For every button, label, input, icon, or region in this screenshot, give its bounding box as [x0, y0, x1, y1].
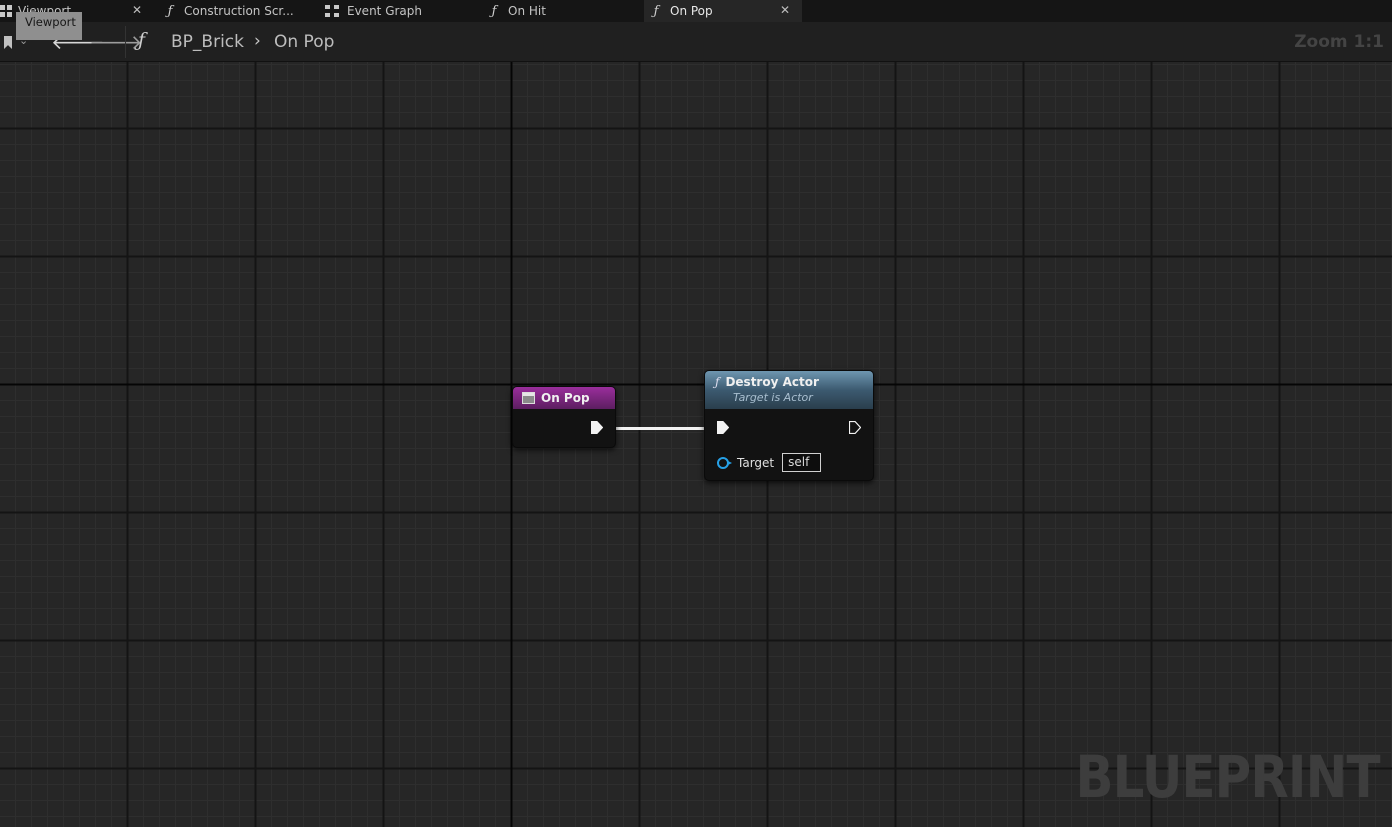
- function-icon: ƒ: [167, 3, 173, 19]
- tab-label: On Hit: [508, 4, 546, 18]
- node-header: ƒ Destroy Actor Target is Actor: [705, 371, 873, 409]
- forward-arrow-icon[interactable]: 🡒: [89, 30, 143, 54]
- node-header: On Pop: [513, 387, 615, 409]
- destroy-actor-node[interactable]: ƒ Destroy Actor Target is Actor Target s…: [704, 370, 874, 481]
- node-subtitle: Target is Actor: [733, 391, 813, 404]
- zoom-level: Zoom 1:1: [1294, 32, 1384, 52]
- toolbar-divider: [125, 26, 126, 58]
- close-icon[interactable]: ✕: [780, 3, 790, 17]
- tab-event-graph[interactable]: Event Graph: [325, 0, 475, 22]
- chevron-right-icon: ›: [254, 31, 261, 51]
- tab-construction-script[interactable]: ƒ Construction Scr...: [162, 0, 310, 22]
- target-value-field[interactable]: self: [782, 453, 822, 472]
- exec-out-pin[interactable]: [591, 421, 603, 434]
- pin-label: Target: [737, 455, 775, 470]
- viewport-icon: [0, 5, 12, 17]
- function-icon: ƒ: [715, 375, 720, 389]
- graph-toolbar: ⌄ 🡐 🡒 ƒ BP_Brick › On Pop Zoom 1:1: [0, 22, 1392, 62]
- node-title: On Pop: [541, 391, 590, 405]
- function-icon: ƒ: [138, 29, 146, 51]
- document-tab-bar: Viewport ✕ ƒ Construction Scr... Event G…: [0, 0, 1392, 22]
- graph-grid: [0, 62, 1392, 827]
- tab-label: Construction Scr...: [184, 4, 294, 18]
- blueprint-watermark: BLUEPRINT: [1075, 743, 1381, 811]
- object-pin-icon[interactable]: [717, 456, 732, 469]
- function-icon: ƒ: [653, 3, 659, 19]
- tab-label: On Pop: [670, 4, 713, 18]
- blueprint-graph-canvas[interactable]: BLUEPRINT On Pop ƒ Destroy Actor Target …: [0, 62, 1392, 827]
- close-icon[interactable]: ✕: [132, 3, 142, 17]
- bookmark-icon[interactable]: [4, 36, 12, 49]
- function-icon: ƒ: [491, 3, 497, 19]
- breadcrumb-function[interactable]: On Pop: [274, 32, 334, 52]
- tab-label: Event Graph: [347, 4, 422, 18]
- function-entry-icon: [522, 392, 535, 404]
- exec-out-pin[interactable]: [849, 421, 861, 434]
- function-entry-node[interactable]: On Pop: [512, 386, 616, 448]
- event-graph-icon: [325, 5, 339, 17]
- breadcrumb-blueprint[interactable]: BP_Brick: [171, 32, 244, 52]
- exec-in-pin[interactable]: [717, 421, 729, 434]
- exec-wire[interactable]: [604, 427, 714, 430]
- node-title: Destroy Actor: [725, 375, 819, 389]
- tab-on-hit[interactable]: ƒ On Hit: [486, 0, 636, 22]
- target-pin-row: Target self: [717, 453, 822, 472]
- tooltip: Viewport: [16, 12, 82, 40]
- tab-on-pop[interactable]: ƒ On Pop ✕: [644, 0, 802, 22]
